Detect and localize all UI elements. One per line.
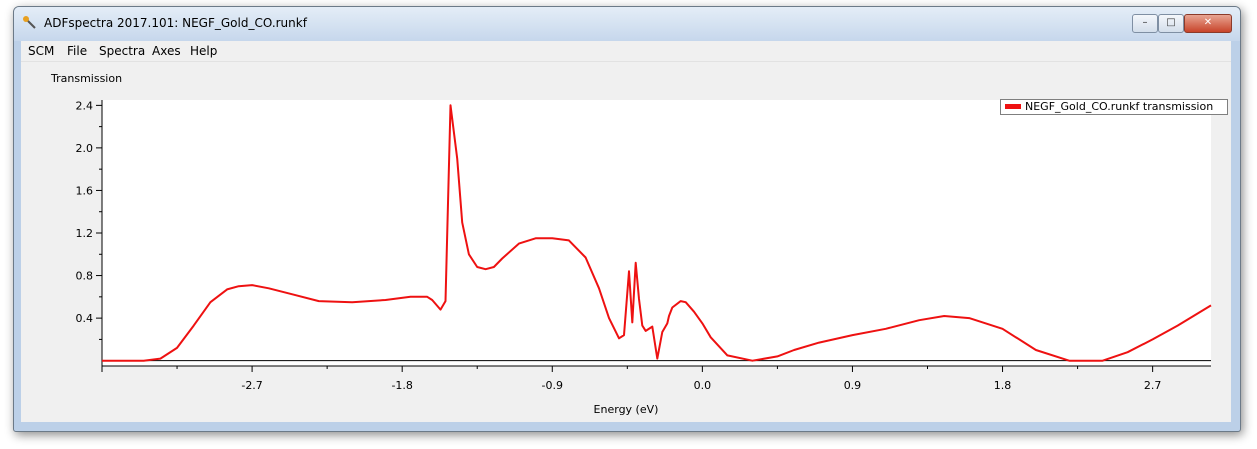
y-tick-label: 2.4 bbox=[76, 99, 94, 112]
plot-panel: Transmission -2.7 -1.8 -0.9 0.0 0.9 1.8 2.7 0.4… bbox=[21, 62, 1231, 422]
y-tick-label: 1.6 bbox=[76, 184, 94, 197]
chart-legend: NEGF_Gold_CO.runkf transmission bbox=[1000, 99, 1228, 115]
app-window: ADFspectra 2017.101: NEGF_Gold_CO.runkf … bbox=[13, 6, 1241, 432]
x-tick-label: 2.7 bbox=[1144, 379, 1162, 392]
menu-file[interactable]: File bbox=[67, 44, 87, 58]
legend-label: NEGF_Gold_CO.runkf transmission bbox=[1025, 100, 1214, 113]
x-tick-label: -2.7 bbox=[241, 379, 262, 392]
x-tick-label: 0.9 bbox=[844, 379, 862, 392]
y-tick-label: 0.8 bbox=[76, 270, 94, 283]
app-icon bbox=[23, 16, 36, 29]
minimize-button[interactable]: – bbox=[1132, 14, 1158, 33]
x-tick-label: -1.8 bbox=[391, 379, 412, 392]
plot-area[interactable] bbox=[102, 100, 1211, 366]
x-tick-label: -0.9 bbox=[542, 379, 563, 392]
y-tick-label: 2.0 bbox=[76, 142, 94, 155]
menu-axes[interactable]: Axes bbox=[152, 44, 181, 58]
x-tick-label: 1.8 bbox=[994, 379, 1012, 392]
menu-scm[interactable]: SCM bbox=[28, 44, 54, 58]
maximize-button[interactable]: □ bbox=[1158, 14, 1184, 33]
menu-bar: SCM File Spectra Axes Help bbox=[21, 41, 1231, 62]
menu-spectra[interactable]: Spectra bbox=[99, 44, 145, 58]
x-tick-label: 0.0 bbox=[694, 379, 712, 392]
title-bar[interactable]: ADFspectra 2017.101: NEGF_Gold_CO.runkf … bbox=[14, 7, 1240, 41]
window-title: ADFspectra 2017.101: NEGF_Gold_CO.runkf bbox=[44, 16, 307, 30]
x-axis-label: Energy (eV) bbox=[593, 403, 659, 416]
y-tick-label: 1.2 bbox=[76, 227, 94, 240]
y-tick-label: 0.4 bbox=[76, 312, 94, 325]
close-button[interactable]: ✕ bbox=[1184, 14, 1232, 33]
legend-swatch bbox=[1005, 104, 1021, 109]
transmission-chart[interactable]: -2.7 -1.8 -0.9 0.0 0.9 1.8 2.7 0.4 0.8 1.2 1.6 2.0 2… bbox=[21, 62, 1231, 422]
menu-help[interactable]: Help bbox=[190, 44, 217, 58]
